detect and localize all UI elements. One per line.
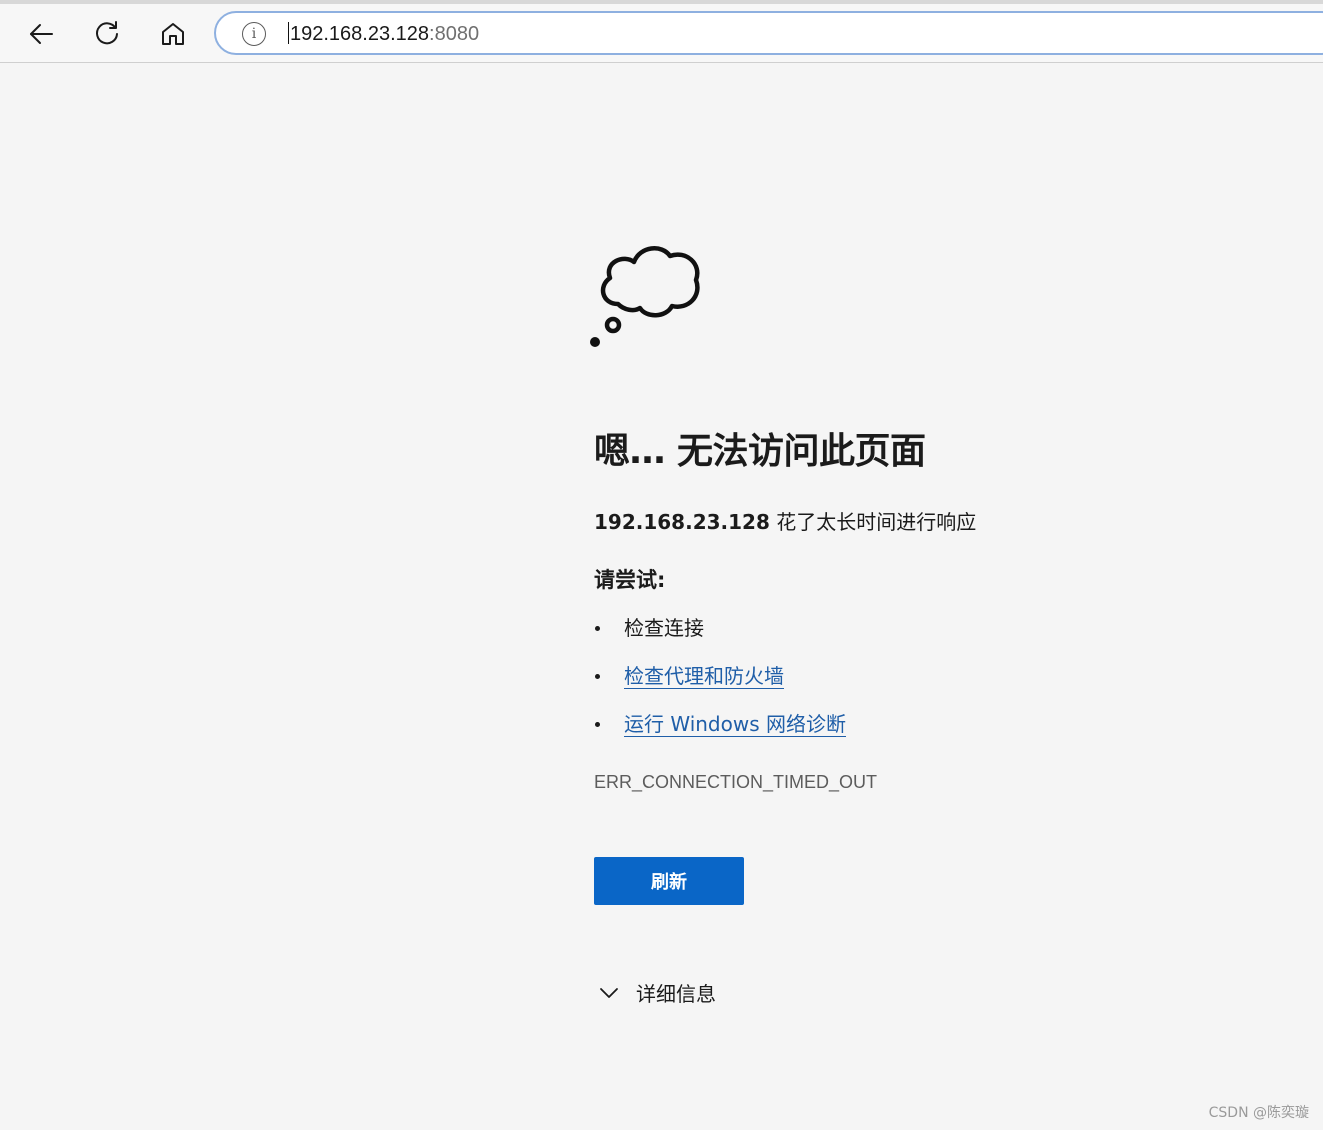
address-bar[interactable]: i 192.168.23.128:8080 — [214, 11, 1323, 55]
url-port: :8080 — [429, 23, 480, 45]
refresh-button[interactable] — [89, 16, 125, 52]
watermark: CSDN @陈奕璇 — [1208, 1105, 1309, 1121]
error-description-text: 花了太长时间进行响应 — [769, 510, 977, 534]
refresh-icon — [96, 21, 118, 45]
check-proxy-firewall-link[interactable]: 检查代理和防火墙 — [624, 664, 784, 689]
suggestion-item: 检查代理和防火墙 — [594, 662, 846, 710]
bullet-icon — [595, 674, 600, 679]
suggestion-list: 检查连接 检查代理和防火墙 运行 Windows 网络诊断 — [594, 614, 846, 758]
home-icon — [162, 23, 184, 45]
try-label: 请尝试: — [594, 568, 666, 592]
suggestion-check-connection: 检查连接 — [624, 616, 704, 640]
reload-button[interactable]: 刷新 — [594, 857, 744, 905]
thought-cloud-icon — [590, 246, 700, 347]
url-input[interactable]: 192.168.23.128:8080 — [288, 22, 479, 46]
info-icon[interactable]: i — [242, 22, 266, 46]
bullet-icon — [595, 722, 600, 727]
details-label: 详细信息 — [636, 982, 716, 1006]
bullet-icon — [595, 626, 600, 631]
text-cursor — [288, 22, 289, 44]
details-toggle[interactable]: 详细信息 — [598, 978, 716, 1007]
back-button[interactable] — [23, 16, 59, 52]
back-arrow-icon — [30, 24, 53, 44]
error-code: ERR_CONNECTION_TIMED_OUT — [594, 772, 878, 792]
url-host: 192.168.23.128 — [290, 23, 430, 45]
error-heading: 嗯… 无法访问此页面 — [594, 431, 926, 472]
error-host: 192.168.23.128 — [594, 510, 770, 534]
suggestion-item: 检查连接 — [594, 614, 846, 662]
browser-toolbar: i 192.168.23.128:8080 — [0, 0, 1323, 63]
home-button[interactable] — [155, 16, 191, 52]
run-network-diagnostics-link[interactable]: 运行 Windows 网络诊断 — [624, 712, 846, 737]
error-description: 192.168.23.128 花了太长时间进行响应 — [594, 506, 976, 535]
suggestion-item: 运行 Windows 网络诊断 — [594, 710, 846, 758]
chevron-down-icon — [600, 987, 618, 998]
